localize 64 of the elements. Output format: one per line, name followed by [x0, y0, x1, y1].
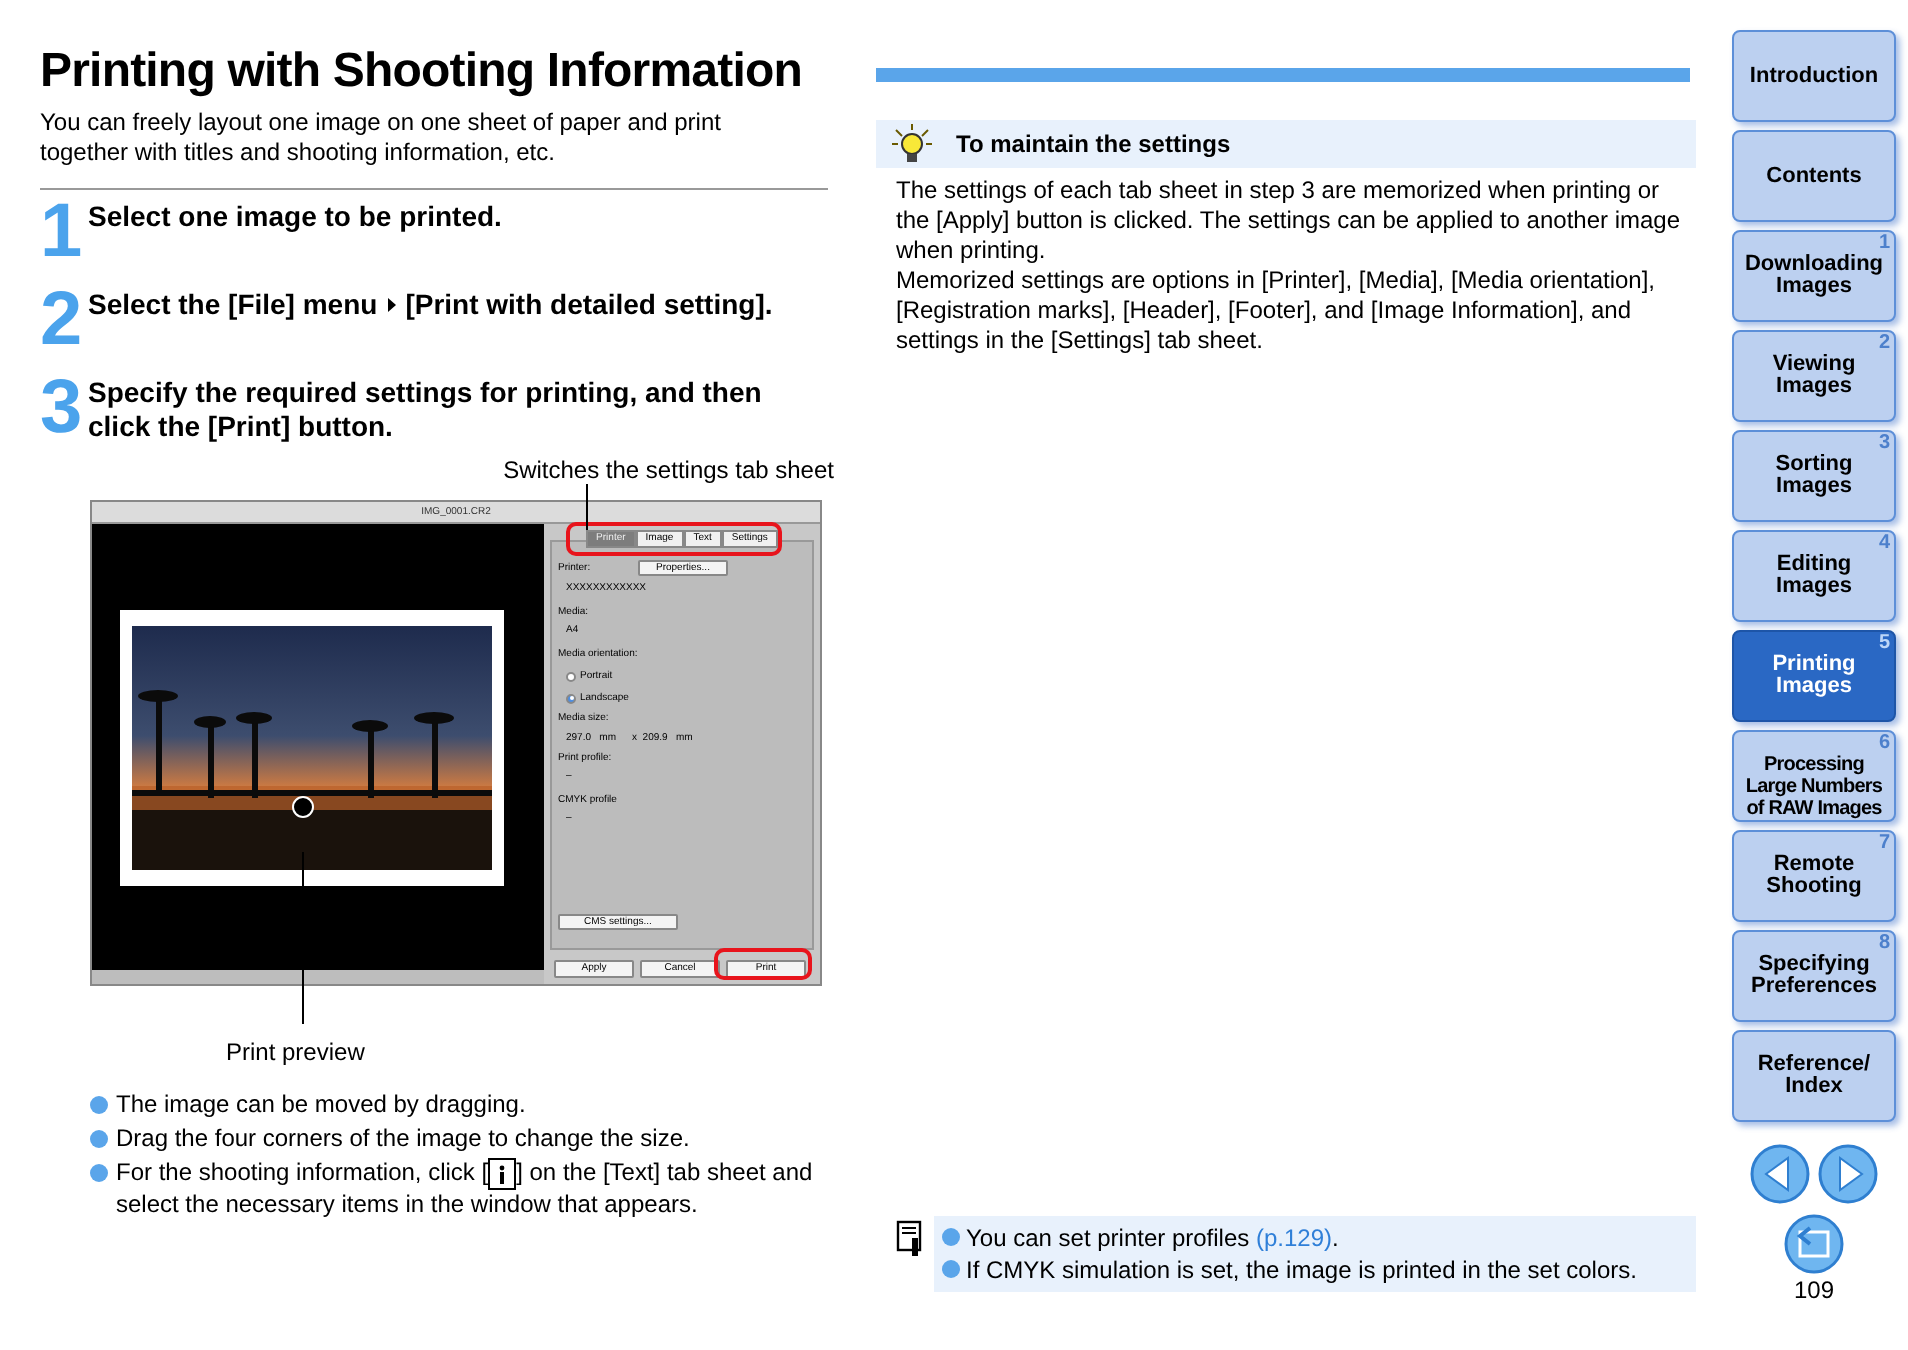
tip-title: To maintain the settings [956, 128, 1231, 162]
bullet-icon [942, 1228, 960, 1246]
step-text: Specify the required settings for printing, and then click the [Print] button. [88, 374, 764, 444]
nav-label: Remote Shooting [1764, 854, 1864, 898]
nav-button[interactable]: 2 Viewing Images [1732, 330, 1896, 422]
page-link[interactable]: (p.129) [1255, 1224, 1333, 1252]
return-button[interactable] [1784, 1214, 1844, 1274]
intro-text: You can freely layout one image on one sheet of paper and print together with titles and shooting information, etc. [40, 108, 723, 168]
tip-text: Memorized settings are options in [Printer], [Media], [Media orientation], [Registration marks], [Header], [Footer], and [Image Information], and settings in the [Settings] tab sheet. [896, 266, 1658, 356]
nav-button[interactable]: 8 Specifying Preferences [1732, 930, 1896, 1022]
lightbulb-icon [892, 124, 932, 164]
chapter-number: 6 [1878, 734, 1890, 754]
chapter-number: 2 [1878, 334, 1890, 354]
step-number: 3 [40, 374, 82, 442]
previous-page-button[interactable] [1750, 1144, 1810, 1204]
nav-button[interactable]: Contents [1732, 130, 1896, 222]
callout-label: Print preview [226, 1038, 365, 1066]
nav-button[interactable]: 7 Remote Shooting [1732, 830, 1896, 922]
nav-label: Viewing Images [1770, 354, 1858, 398]
nav-label: Introduction [1747, 65, 1881, 87]
nav-button[interactable]: Introduction [1732, 30, 1896, 122]
tip-text: The settings of each tab sheet in step 3 are memorized when printing or the [Apply] button is clicked. The settings can be applied to another image when printing. [896, 176, 1683, 266]
menu-arrow-icon [385, 296, 398, 314]
nav-label: Specifying Preferences [1749, 954, 1879, 998]
chapter-number: 3 [1878, 434, 1890, 454]
next-page-button[interactable] [1818, 1144, 1878, 1204]
bullet-text: The image can be moved by dragging. [116, 1090, 526, 1120]
note-text: You can set printer profiles (p.129). [966, 1222, 1339, 1254]
bullet-icon [90, 1164, 108, 1182]
bullet-text: For the shooting information, click [ ] on the [Text] tab sheet and select the necessary items in the window that appears. [116, 1158, 815, 1220]
chapter-number: 8 [1878, 934, 1890, 954]
radio-button[interactable] [566, 671, 576, 681]
page-title: Printing with Shooting Information [40, 42, 803, 102]
nav-label: Printing Images [1770, 654, 1858, 698]
chapter-number: 4 [1878, 534, 1890, 554]
radio-button[interactable] [566, 693, 576, 703]
info-icon [488, 1158, 517, 1190]
nav-button[interactable]: 6 Processing Large Numbers of RAW Images [1732, 730, 1896, 822]
step-number: 1 [40, 198, 82, 266]
nav-button[interactable]: Reference/ Index [1732, 1030, 1896, 1122]
nav-label: Editing Images [1774, 554, 1854, 598]
bullet-icon [90, 1096, 108, 1114]
nav-label: Contents [1764, 165, 1864, 187]
step-text: Select the [File] menu [Print with detailed setting]. [88, 286, 775, 322]
chapter-number: 7 [1878, 834, 1890, 854]
callout-label: Switches the settings tab sheet [503, 456, 834, 488]
bullet-icon [90, 1130, 108, 1148]
nav-label: Reference/ Index [1755, 1054, 1873, 1098]
note-text: If CMYK simulation is set, the image is printed in the set colors. [966, 1254, 1637, 1286]
chapter-number: 5 [1878, 634, 1890, 654]
bullet-text: Drag the four corners of the image to change the size. [116, 1124, 690, 1154]
bullet-icon [942, 1260, 960, 1278]
chapter-number: 1 [1878, 234, 1890, 254]
memo-icon [896, 1220, 924, 1256]
nav-button[interactable]: 5 Printing Images [1732, 630, 1896, 722]
nav-label: Downloading Images [1742, 254, 1886, 298]
page-number: 109 [1793, 1276, 1835, 1304]
nav-button[interactable]: 1 Downloading Images [1732, 230, 1896, 322]
nav-button[interactable]: 3 Sorting Images [1732, 430, 1896, 522]
nav-label: Sorting Images [1773, 454, 1855, 498]
nav-label: Processing Large Numbers of RAW Images [1743, 753, 1885, 819]
step-text: Select one image to be printed. [88, 198, 504, 234]
nav-button[interactable]: 4 Editing Images [1732, 530, 1896, 622]
step-number: 2 [40, 286, 82, 354]
